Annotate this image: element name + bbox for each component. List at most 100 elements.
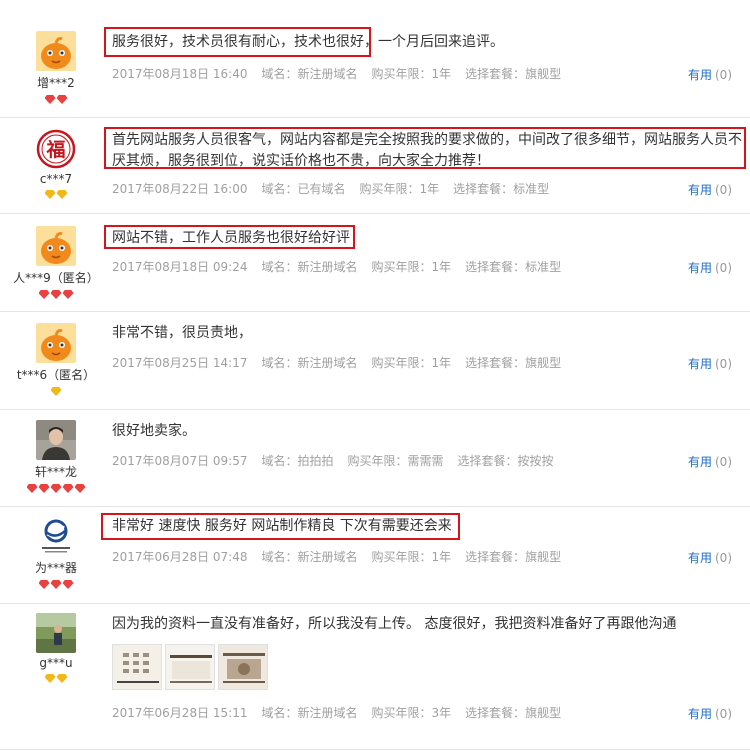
review-years: 购买年限：3年	[371, 706, 452, 720]
reviewer-name: t***6（匿名）	[16, 368, 96, 382]
diamond-icon	[38, 484, 50, 493]
diamond-icon	[56, 190, 68, 199]
reviewer-name: 增***2	[37, 76, 75, 90]
review-package: 选择套餐：按按按	[457, 454, 554, 468]
review-date: 2017年08月22日 16:00	[112, 182, 248, 196]
diamond-icon	[26, 484, 38, 493]
attachment-thumbnail[interactable]	[165, 644, 215, 690]
review-package: 选择套餐：旗舰型	[465, 706, 562, 720]
diamond-icon	[74, 484, 86, 493]
helpful-count: (0)	[715, 455, 732, 469]
review-years: 购买年限：1年	[371, 260, 452, 274]
review-years: 购买年限：1年	[371, 356, 452, 370]
review-comment: 很好地卖家。	[112, 423, 196, 439]
diamond-icon	[62, 290, 74, 299]
reviewer-name: g***u	[39, 656, 73, 670]
review-meta: 2017年06月28日 15:11 域名：新注册域名 购买年限：3年 选择套餐：旗舰型	[112, 704, 575, 721]
helpful-button[interactable]: 有用 (0)	[688, 453, 732, 470]
reviewer-name: 为***器	[34, 561, 77, 575]
diamond-icon	[62, 484, 74, 493]
reputation-badges	[0, 190, 112, 202]
helpful-label[interactable]: 有用	[688, 455, 712, 469]
reputation-badges	[0, 290, 112, 302]
review-meta: 2017年08月18日 09:24 域名：新注册域名 购买年限：1年 选择套餐：标准型	[112, 258, 575, 275]
helpful-label[interactable]: 有用	[688, 707, 712, 721]
helpful-button[interactable]: 有用 (0)	[688, 705, 732, 722]
diamond-icon	[44, 674, 56, 683]
review-date: 2017年08月18日 16:40	[112, 67, 248, 81]
helpful-count: (0)	[715, 357, 732, 371]
svg-text:福: 福	[45, 138, 65, 161]
orange-mascot-avatar	[36, 31, 76, 71]
helpful-button[interactable]: 有用 (0)	[688, 355, 732, 372]
helpful-button[interactable]: 有用 (0)	[688, 181, 732, 198]
review-item: t***6（匿名） 非常不错，很员责地， 2017年08月25日 14:17 域名：新…	[0, 312, 750, 410]
review-package: 选择套餐：旗舰型	[465, 550, 562, 564]
diamond-icon	[50, 387, 62, 396]
review-item: 人***9（匿名） 网站不错，工作人员服务也很好给好评 2017年08月18日 09…	[0, 214, 750, 312]
orange-mascot-avatar	[36, 226, 76, 266]
review-attachments	[112, 644, 271, 690]
review-item: 轩***龙 很好地卖家。 2017年08月07日 09:57 域名：拍拍拍 购买年限：需…	[0, 410, 750, 507]
orange-mascot-avatar	[36, 323, 76, 363]
company-logo-avatar	[36, 516, 76, 556]
highlight-box	[101, 513, 460, 540]
highlight-box	[104, 225, 355, 249]
review-domain: 域名：新注册域名	[261, 356, 358, 370]
helpful-count: (0)	[715, 183, 732, 197]
outdoor-photo-avatar	[36, 613, 76, 653]
helpful-count: (0)	[715, 707, 732, 721]
helpful-button[interactable]: 有用 (0)	[688, 549, 732, 566]
review-package: 选择套餐：旗舰型	[465, 67, 562, 81]
helpful-label[interactable]: 有用	[688, 68, 712, 82]
review-years: 购买年限：1年	[371, 67, 452, 81]
review-date: 2017年06月28日 07:48	[112, 550, 248, 564]
reviewer-info: 增***2	[0, 31, 112, 107]
review-item: 为***器 非常好 速度快 服务好 网站制作精良 下次有需要还会来 2017年06月…	[0, 507, 750, 604]
diamond-icon	[38, 290, 50, 299]
reviewer-info: t***6（匿名）	[0, 323, 112, 399]
review-meta: 2017年08月25日 14:17 域名：新注册域名 购买年限：1年 选择套餐：旗舰型	[112, 354, 575, 371]
reviewer-info: g***u	[0, 613, 112, 686]
helpful-button[interactable]: 有用 (0)	[688, 66, 732, 83]
review-meta: 2017年08月18日 16:40 域名：新注册域名 购买年限：1年 选择套餐：旗舰型	[112, 65, 575, 82]
diamond-icon	[50, 484, 62, 493]
review-meta: 2017年06月28日 07:48 域名：新注册域名 购买年限：1年 选择套餐：旗舰型	[112, 548, 575, 565]
helpful-label[interactable]: 有用	[688, 357, 712, 371]
reviewer-name: c***7	[39, 172, 73, 186]
review-item: g***u 因为我的资料一直没有准备好，所以我没有上传。 态度很好，我把资料准备好…	[0, 604, 750, 750]
diamond-icon	[62, 580, 74, 589]
helpful-count: (0)	[715, 551, 732, 565]
fu-character-avatar: 福	[36, 129, 76, 169]
helpful-label[interactable]: 有用	[688, 261, 712, 275]
review-domain: 域名：新注册域名	[261, 260, 358, 274]
review-domain: 域名：新注册域名	[261, 67, 358, 81]
review-domain: 域名：新注册域名	[261, 706, 358, 720]
helpful-button[interactable]: 有用 (0)	[688, 259, 732, 276]
attachment-thumbnail[interactable]	[112, 644, 162, 690]
highlight-box	[104, 27, 371, 57]
review-package: 选择套餐：旗舰型	[465, 356, 562, 370]
review-package: 选择套餐：标准型	[453, 182, 550, 196]
helpful-label[interactable]: 有用	[688, 551, 712, 565]
review-date: 2017年08月25日 14:17	[112, 356, 248, 370]
helpful-count: (0)	[715, 68, 732, 82]
reviewer-name: 轩***龙	[34, 465, 77, 479]
review-domain: 域名：拍拍拍	[261, 454, 334, 468]
diamond-icon	[44, 95, 56, 104]
review-comment: 非常不错，很员责地，	[112, 325, 252, 341]
reviewer-info: 为***器	[0, 516, 112, 592]
reviewer-name: 人***9（匿名）	[13, 271, 99, 285]
helpful-label[interactable]: 有用	[688, 183, 712, 197]
helpful-count: (0)	[715, 261, 732, 275]
diamond-icon	[56, 95, 68, 104]
review-years: 购买年限：1年	[359, 182, 440, 196]
review-comment: 因为我的资料一直没有准备好，所以我没有上传。 态度很好，我把资料准备好了再跟他沟…	[112, 616, 677, 632]
highlight-box	[104, 127, 746, 169]
diamond-icon	[50, 580, 62, 589]
review-package: 选择套餐：标准型	[465, 260, 562, 274]
attachment-thumbnail[interactable]	[218, 644, 268, 690]
review-domain: 域名：已有域名	[261, 182, 346, 196]
review-years: 购买年限：需需需	[347, 454, 444, 468]
reputation-badges	[0, 95, 112, 107]
